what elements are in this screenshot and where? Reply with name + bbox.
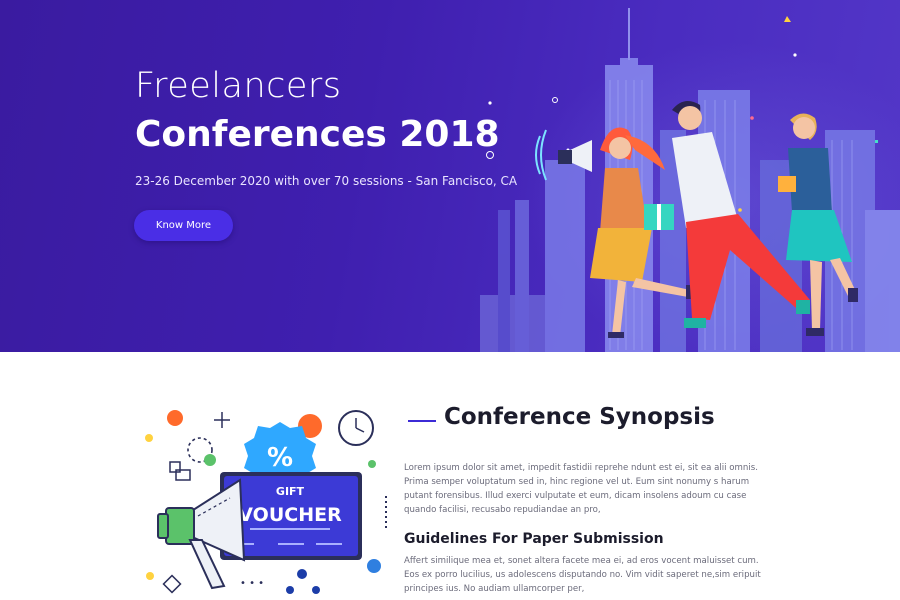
people-running-city-skyline-illustration: [480, 8, 900, 352]
clock-icon: [338, 410, 374, 446]
svg-text:VOUCHER: VOUCHER: [238, 504, 342, 526]
orange-dot-icon: [167, 410, 183, 426]
gear-icon: [367, 559, 381, 573]
hero-section: Freelancers Conferences 2018 23-26 Decem…: [0, 0, 900, 352]
guidelines-paragraph: Affert similique mea et, sonet altera fa…: [404, 556, 761, 594]
crosshair-icon: [214, 412, 230, 428]
synopsis-accent-rule: [408, 420, 436, 422]
hero-title-line2: Conferences 2018: [135, 114, 500, 155]
svg-text:%: %: [267, 443, 293, 473]
megaphone-icon: [157, 478, 246, 590]
synopsis-paragraph: Lorem ipsum dolor sit amet, impedit fast…: [404, 463, 758, 515]
svg-text:• • •: • • •: [240, 578, 264, 589]
gift-voucher-megaphone-illustration: • • • % GIFT VOUCHER: [145, 410, 387, 594]
svg-text:GIFT: GIFT: [276, 485, 305, 498]
squares-icon: [169, 461, 191, 481]
hero-title-line1: Freelancers: [135, 66, 342, 106]
know-more-button[interactable]: Know More: [134, 210, 233, 241]
synopsis-heading: Conference Synopsis: [444, 404, 715, 430]
guidelines-heading: Guidelines For Paper Submission: [404, 531, 664, 547]
